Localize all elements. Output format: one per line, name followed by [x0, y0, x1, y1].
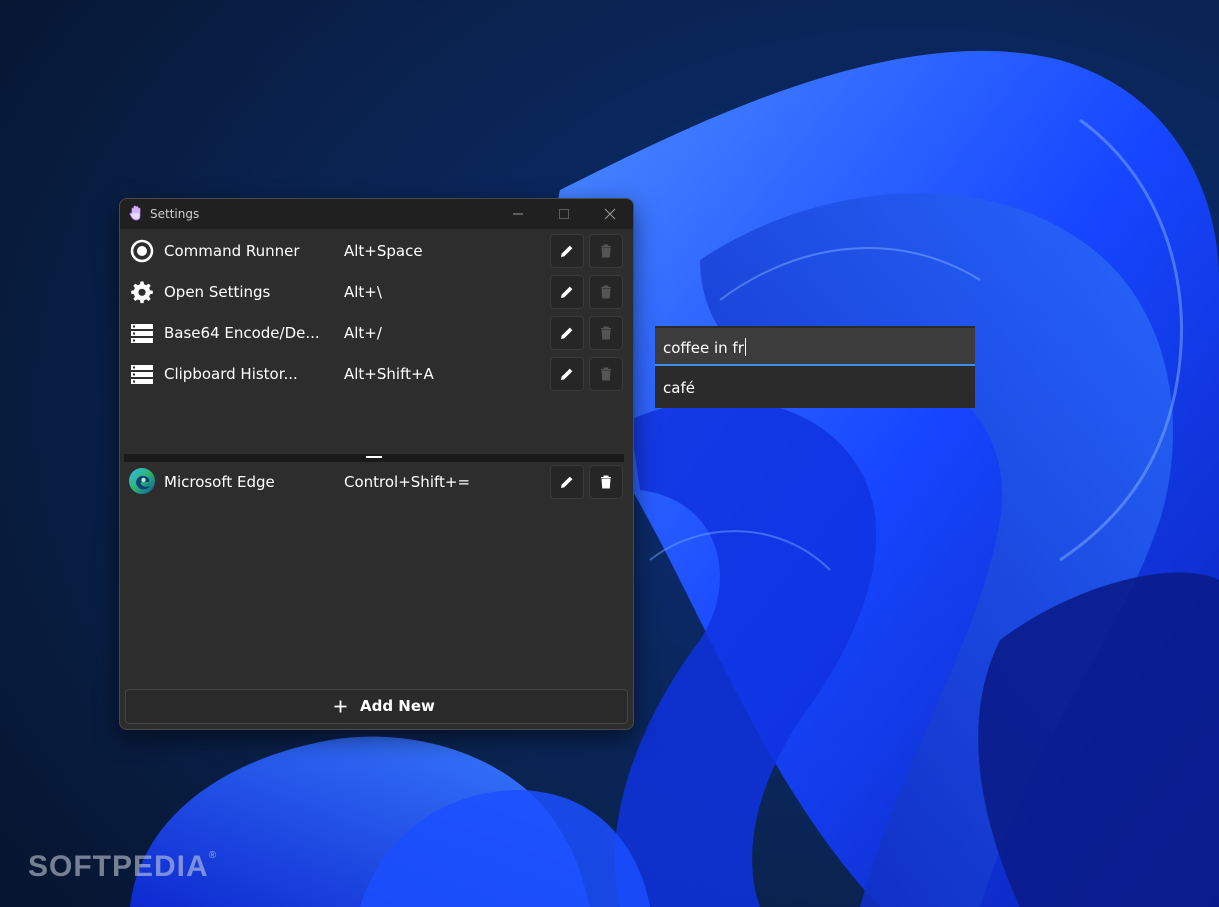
- binding-row-open-settings: Open Settings Alt+\: [120, 272, 633, 312]
- add-new-label: Add New: [360, 697, 435, 715]
- edge-logo-icon: [129, 468, 155, 494]
- text-caret: [744, 338, 746, 356]
- trash-icon: [601, 367, 611, 381]
- binding-row-clipboard-history: Clipboard Histor... Alt+Shift+A: [120, 354, 633, 394]
- binding-name: Base64 Encode/De...: [164, 324, 320, 342]
- window-title: Settings: [150, 207, 200, 221]
- runner-result-text: café: [663, 379, 695, 397]
- pencil-icon: [561, 245, 573, 257]
- add-new-button[interactable]: Add New: [125, 689, 628, 724]
- binding-name: Command Runner: [164, 242, 300, 260]
- close-button[interactable]: [587, 199, 633, 229]
- binding-row-base64: Base64 Encode/De... Alt+/: [120, 313, 633, 353]
- trash-icon: [601, 326, 611, 340]
- runner-query-text: coffee in fr: [663, 339, 744, 357]
- app-hand-icon: [129, 205, 141, 221]
- settings-window: Settings Command Runner Alt+Space Open S…: [119, 198, 634, 730]
- gear-icon: [131, 281, 153, 304]
- binding-row-command-runner: Command Runner Alt+Space: [120, 231, 633, 271]
- delete-button-disabled: [589, 316, 623, 350]
- edit-button[interactable]: [550, 465, 584, 499]
- app-shortcut: Control+Shift+=: [344, 473, 471, 491]
- edit-button[interactable]: [550, 357, 584, 391]
- command-runner-input[interactable]: coffee in fr: [655, 326, 975, 366]
- pencil-icon: [561, 476, 573, 488]
- pencil-icon: [561, 368, 573, 380]
- binding-name: Clipboard Histor...: [164, 365, 298, 383]
- list-icon: [131, 365, 153, 384]
- binding-shortcut: Alt+Space: [344, 242, 423, 260]
- trash-icon: [601, 285, 611, 299]
- binding-shortcut: Alt+Shift+A: [344, 365, 434, 383]
- minimize-button[interactable]: [495, 199, 541, 229]
- record-circle-icon: [130, 239, 154, 263]
- softpedia-watermark: SOFTPEDIA®: [28, 850, 218, 883]
- title-bar[interactable]: Settings: [120, 199, 633, 229]
- trash-icon: [601, 244, 611, 258]
- delete-button-disabled: [589, 357, 623, 391]
- plus-icon: [334, 700, 347, 713]
- list-icon: [131, 324, 153, 343]
- app-name: Microsoft Edge: [164, 473, 275, 491]
- app-row-microsoft-edge: Microsoft Edge Control+Shift+=: [120, 462, 633, 502]
- binding-shortcut: Alt+\: [344, 283, 382, 301]
- edit-button[interactable]: [550, 275, 584, 309]
- maximize-button[interactable]: [541, 199, 587, 229]
- pencil-icon: [561, 286, 573, 298]
- delete-button-disabled: [589, 234, 623, 268]
- binding-name: Open Settings: [164, 283, 271, 301]
- delete-button-disabled: [589, 275, 623, 309]
- command-runner-popup: coffee in fr café: [655, 326, 975, 408]
- binding-shortcut: Alt+/: [344, 324, 382, 342]
- splitter-grip[interactable]: [366, 456, 382, 458]
- close-icon: [604, 208, 616, 220]
- pencil-icon: [561, 327, 573, 339]
- edit-button[interactable]: [550, 316, 584, 350]
- edit-button[interactable]: [550, 234, 584, 268]
- runner-result-item[interactable]: café: [655, 366, 975, 408]
- minimize-icon: [513, 213, 523, 215]
- maximize-icon: [559, 209, 569, 219]
- delete-button[interactable]: [589, 465, 623, 499]
- trash-icon: [601, 475, 611, 489]
- pane-splitter[interactable]: [124, 454, 624, 462]
